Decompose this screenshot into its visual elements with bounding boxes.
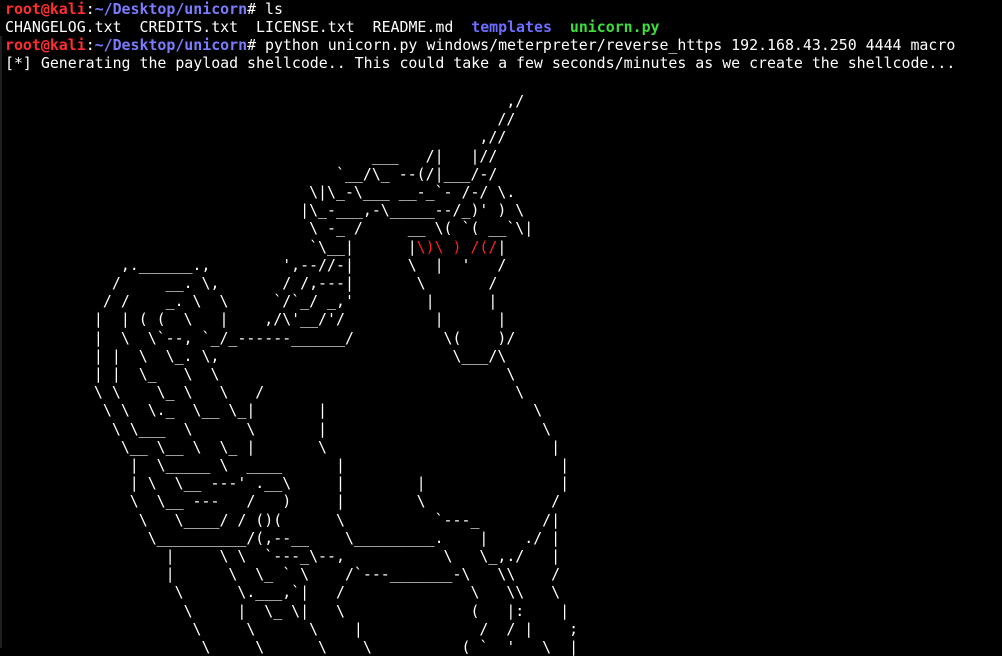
prompt-separator: : <box>85 0 95 18</box>
art-line: `\__| <box>76 237 408 256</box>
art-line: \__ \__ \ \_ | \ | <box>76 437 561 456</box>
art-line: \ \____/ / ()( \ `---_ /| <box>76 510 561 529</box>
art-line: |\_-___,-\_____--/_)' ) \ <box>76 201 525 220</box>
prompt-separator: : <box>85 36 95 54</box>
art-line: \ -_ / __ \( `( __`\ <box>76 219 525 238</box>
prompt-symbol: # <box>247 36 257 54</box>
art-line: ,// <box>76 128 507 147</box>
art-line: \ \ \ \ ( ` ' \ | <box>76 638 579 656</box>
file-entry: CHANGELOG.txt <box>5 18 122 36</box>
art-line: | \ \`--, `_/_------______/ \( )/ <box>76 328 516 347</box>
prompt-path: ~/Desktop/unicorn <box>94 36 248 54</box>
art-line: \ \ \ | / / | ; <box>76 619 579 638</box>
art-line: | <box>497 237 507 256</box>
art-line: \ \.___,`| / \ \\ \ <box>76 583 561 602</box>
art-line: `__/\_ --(/|___/-/ <box>76 164 498 183</box>
art-line: | <box>407 237 417 256</box>
file-entry: LICENSE.txt <box>256 18 355 36</box>
art-line: \ | \_ \| \ ( |: | <box>76 601 570 620</box>
file-entry: CREDITS.txt <box>139 18 239 36</box>
art-line: | <box>524 219 534 238</box>
prompt-symbol: # <box>247 0 257 18</box>
executable-entry: unicorn.py <box>569 18 660 36</box>
art-line: | \ \__ ---' .__\ | | | <box>76 474 570 493</box>
art-line: \__________/(,--__ \_________. | ./ | <box>76 528 561 547</box>
prompt-line-1: root@kali:~/Desktop/unicorn# ls <box>5 0 283 18</box>
prompt-user-host: root@kali <box>5 0 86 18</box>
art-line: \ \ \._ \__ \_| | \ <box>76 401 543 420</box>
art-line: / __. \, / /,---| \ / <box>76 274 498 293</box>
art-line: | \_____ \ ____ | | <box>76 456 570 475</box>
prompt-line-2: root@kali:~/Desktop/unicorn# python unic… <box>5 36 955 54</box>
status-line: [*] Generating the payload shellcode.. T… <box>5 54 956 72</box>
file-entry: README.md <box>372 18 454 36</box>
art-line: \ \ \_ \ \ / \ <box>76 383 525 402</box>
art-line: ___ /| |// <box>76 146 498 165</box>
ls-output: CHANGELOG.txt CREDITS.txt LICENSE.txt RE… <box>5 18 660 36</box>
art-line: \ \___ \ \ | \ <box>76 419 552 438</box>
art-line: | | ( ( \ | ,/\'__/'/ | | <box>76 310 507 329</box>
terminal-window[interactable]: root@kali:~/Desktop/unicorn# ls CHANGELO… <box>0 0 1002 656</box>
prompt-path: ~/Desktop/unicorn <box>94 0 248 18</box>
art-line: ,/ <box>76 92 525 110</box>
art-line: | | \ \_. \, \___/\ <box>76 346 507 365</box>
directory-entry: templates <box>471 18 552 36</box>
art-line: \ \__ --- / ) | \ / <box>76 492 561 511</box>
prompt-user-host: root@kali <box>5 36 86 54</box>
art-line: \|\_-\___ __-_`- /-/ \. <box>76 183 516 202</box>
terminal-margin <box>0 36 2 648</box>
art-line: | \ \ `---_\--, \ \_,./ | <box>76 547 561 566</box>
art-line: | \ \_ ` \ /`---_______-\ \\ / <box>76 565 561 584</box>
command-text: ls <box>256 0 283 18</box>
art-line: / / _. \ \ `/`_/ _,' | | <box>76 292 498 311</box>
art-line: | | \_ \ \ \ <box>76 365 516 384</box>
unicorn-ascii-art: ,/ // ,// ___ /| |// `__/\_ --(/|___/-/ <box>76 92 578 656</box>
art-line: // <box>76 110 516 129</box>
command-text: python unicorn.py windows/meterpreter/re… <box>256 36 956 54</box>
unicorn-eyes: \)\ ) /(/ <box>416 237 498 256</box>
art-line: ,.______., ',--//-| \ | ' / <box>76 255 507 274</box>
